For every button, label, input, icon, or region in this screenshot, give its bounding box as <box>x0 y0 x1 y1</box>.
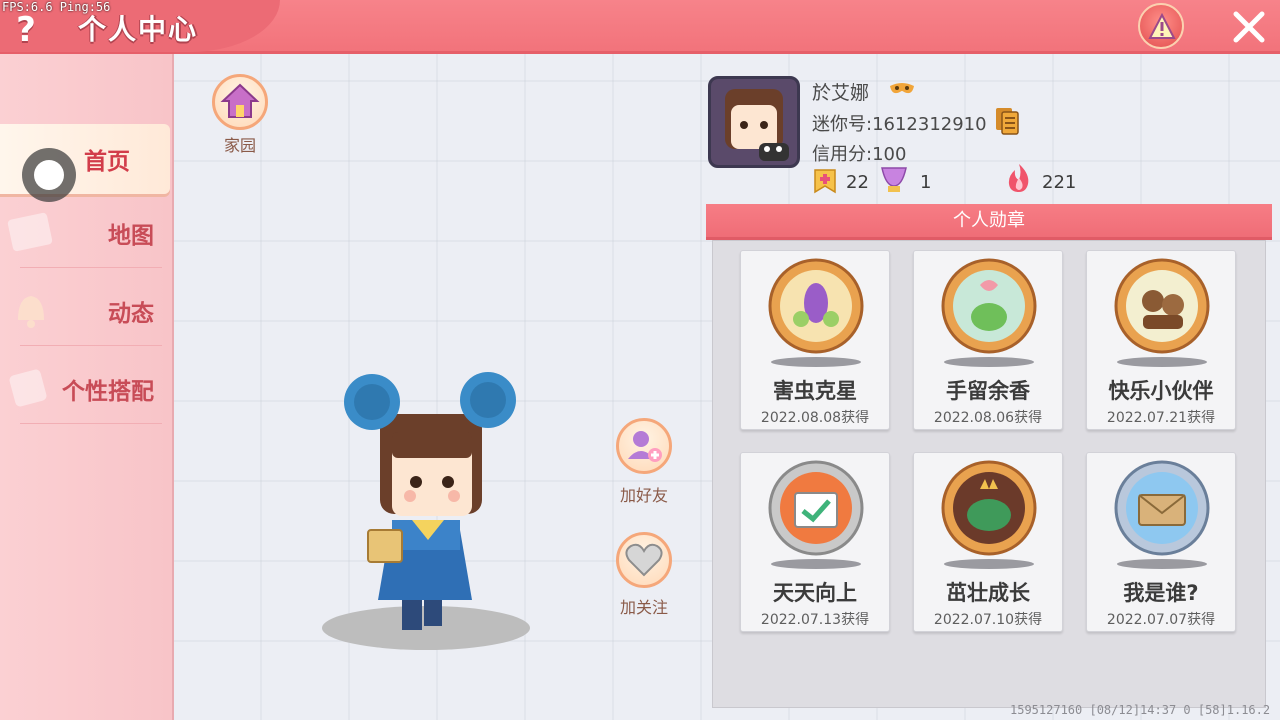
popularity-count: 221 <box>1042 172 1077 193</box>
mask-icon <box>890 83 914 94</box>
sidebar: 首页 地图 动态 个性搭配 <box>0 54 174 720</box>
add-friend-icon <box>628 431 662 462</box>
medal-date: 2022.07.13获得 <box>760 612 870 628</box>
top-bar: ? FPS:6.6 Ping:56 个人中心 <box>0 0 1280 54</box>
divider <box>20 423 162 424</box>
lingering-fragrance-medal-icon <box>941 258 1037 354</box>
close-icon[interactable] <box>1228 6 1270 48</box>
divider <box>20 345 162 346</box>
add-friend-label: 加好友 <box>619 486 668 505</box>
add-friend-button[interactable] <box>616 418 672 474</box>
copy-icon[interactable] <box>994 106 1020 136</box>
medal-date: 2022.07.07获得 <box>1106 612 1216 628</box>
daily-progress-medal-icon <box>768 460 864 556</box>
build-info: 1595127160 [08/12]14:37 0 [58]1.16.2 <box>1010 703 1271 717</box>
medal-date: 2022.08.06获得 <box>933 410 1043 426</box>
happy-buddy-medal-icon <box>1114 258 1210 354</box>
medal-name: 我是谁? <box>1123 581 1199 605</box>
medal-date: 2022.08.08获得 <box>760 410 870 426</box>
medal-name: 快乐小伙伴 <box>1108 379 1214 403</box>
medal-card[interactable]: 茁壮成长 2022.07.10获得 <box>913 452 1063 632</box>
player-character <box>322 372 530 650</box>
sidebar-item-label: 个性搭配 <box>62 379 154 405</box>
sidebar-item-map[interactable]: 地图 <box>0 198 170 268</box>
sidebar-item-outfit[interactable]: 个性搭配 <box>0 354 170 424</box>
sidebar-item-label: 动态 <box>108 301 154 327</box>
medal-card[interactable]: 害虫克星 2022.08.08获得 <box>740 250 890 430</box>
medals-section-title: 个人勋章 <box>706 204 1272 240</box>
medal-shadow <box>944 559 1034 569</box>
pest-buster-medal-icon <box>768 258 864 354</box>
sidebar-item-label: 地图 <box>108 223 154 249</box>
sidebar-item-label: 首页 <box>84 149 130 175</box>
medal-shadow <box>771 559 861 569</box>
flame-icon <box>1008 164 1029 192</box>
home-button[interactable] <box>212 74 268 130</box>
badge-count-icon <box>814 169 836 194</box>
warning-icon <box>1148 13 1176 39</box>
medal-card[interactable]: 天天向上 2022.07.13获得 <box>740 452 890 632</box>
map-icon <box>7 212 53 252</box>
credit-score: 信用分:100 <box>812 144 907 165</box>
follow-button[interactable] <box>616 532 672 588</box>
medal-name: 害虫克星 <box>773 379 857 403</box>
divider <box>20 267 162 268</box>
medal-name: 天天向上 <box>773 581 857 605</box>
medal-shadow <box>1117 559 1207 569</box>
thriving-growth-medal-icon <box>941 460 1037 556</box>
medal-card[interactable]: 我是谁? 2022.07.07获得 <box>1086 452 1236 632</box>
report-button[interactable] <box>1138 3 1184 49</box>
avatar[interactable] <box>708 76 800 168</box>
medal-date: 2022.07.10获得 <box>933 612 1043 628</box>
follow-label: 加关注 <box>619 598 668 617</box>
player-name: 於艾娜 <box>812 82 870 104</box>
house-icon <box>220 83 260 118</box>
outfit-icon <box>9 369 47 407</box>
help-icon[interactable]: ? <box>8 10 44 50</box>
page-title: 个人中心 <box>78 13 199 46</box>
who-am-i-medal-icon <box>1114 460 1210 556</box>
medal-card[interactable]: 手留余香 2022.08.06获得 <box>913 250 1063 430</box>
trophy-count: 1 <box>920 172 932 193</box>
home-label: 家园 <box>223 136 256 155</box>
medal-name: 茁壮成长 <box>946 581 1030 605</box>
sidebar-item-feed[interactable]: 动态 <box>0 276 170 346</box>
badge-count: 22 <box>846 172 869 193</box>
medal-shadow <box>1117 357 1207 367</box>
floating-assist-button[interactable] <box>22 148 76 202</box>
bell-icon <box>18 296 44 328</box>
medal-date: 2022.07.21获得 <box>1106 410 1216 426</box>
avatar-portrait <box>711 79 797 165</box>
trophy-icon <box>881 167 907 192</box>
medal-shadow <box>944 357 1034 367</box>
mini-id: 迷你号:1612312910 <box>812 114 987 135</box>
medal-name: 手留余香 <box>946 379 1030 403</box>
medal-card[interactable]: 快乐小伙伴 2022.07.21获得 <box>1086 250 1236 430</box>
medal-shadow <box>771 357 861 367</box>
heart-icon <box>625 543 663 577</box>
